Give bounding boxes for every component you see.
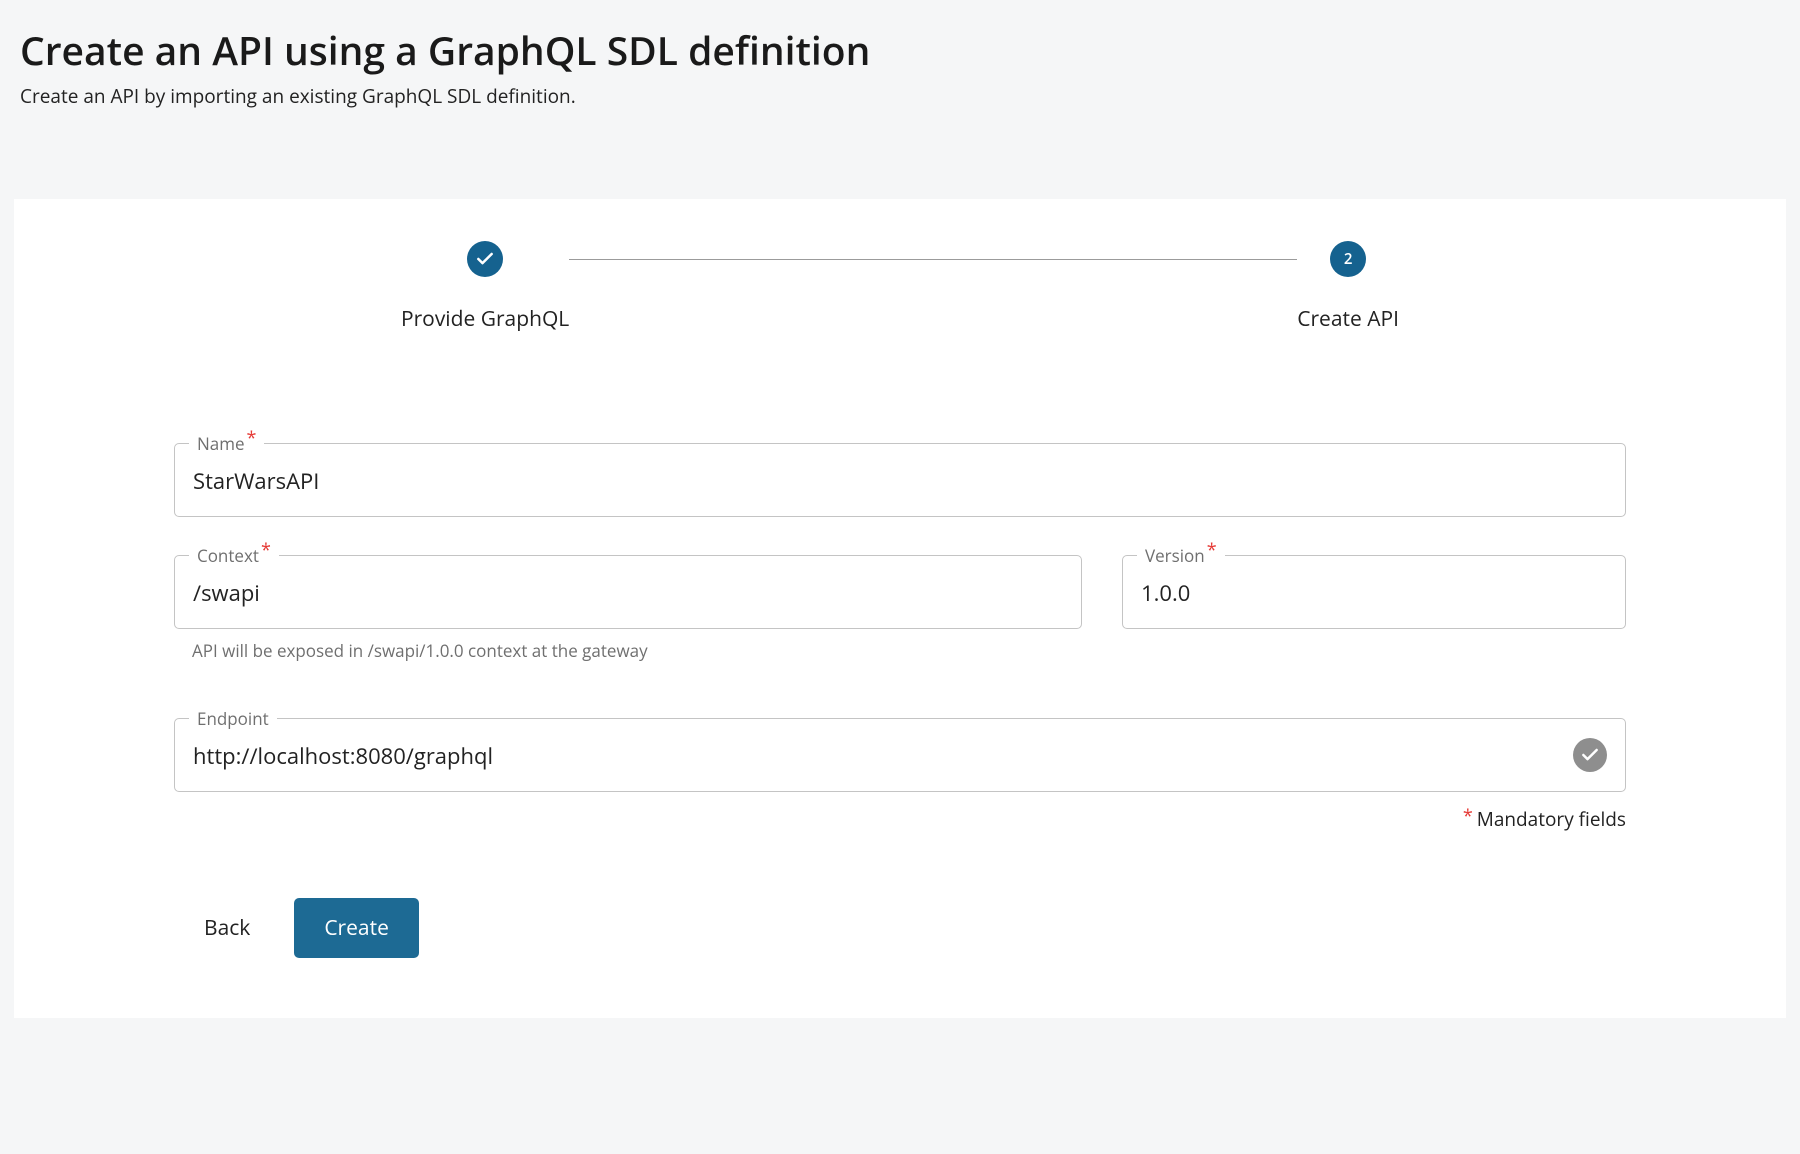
version-input[interactable] <box>1141 578 1607 608</box>
stepper: Provide GraphQL 2 Create API <box>14 241 1786 333</box>
required-star-icon: * <box>1207 541 1217 559</box>
page-header: Create an API using a GraphQL SDL defini… <box>0 0 1800 129</box>
name-field-wrapper: Name* <box>174 443 1626 517</box>
create-button[interactable]: Create <box>294 898 419 958</box>
step-label: Create API <box>1297 305 1399 333</box>
context-field-wrapper: Context* API will be exposed in /swapi/1… <box>174 555 1082 662</box>
form-area: Name* Context* API will be exposed in /s… <box>14 443 1786 832</box>
mandatory-note: *Mandatory fields <box>174 806 1626 832</box>
context-label: Context* <box>189 544 279 567</box>
back-button[interactable]: Back <box>204 914 250 942</box>
version-field-wrapper: Version* <box>1122 555 1626 662</box>
name-label: Name* <box>189 432 264 455</box>
step-connector <box>569 259 1297 260</box>
required-star-icon: * <box>1463 804 1473 828</box>
step-label: Provide GraphQL <box>401 305 569 333</box>
version-label: Version* <box>1137 544 1225 567</box>
name-input[interactable] <box>193 466 1607 496</box>
endpoint-field-wrapper: Endpoint <box>174 718 1626 792</box>
endpoint-label: Endpoint <box>189 707 277 730</box>
step-provide-graphql: Provide GraphQL <box>401 241 569 333</box>
step-completed-icon <box>467 241 503 277</box>
context-input[interactable] <box>193 578 1063 608</box>
required-star-icon: * <box>247 429 257 447</box>
page-subtitle: Create an API by importing an existing G… <box>20 83 1780 109</box>
endpoint-validate-button[interactable] <box>1573 738 1607 772</box>
step-number-badge: 2 <box>1330 241 1366 277</box>
page-title: Create an API using a GraphQL SDL defini… <box>20 24 1780 77</box>
context-helper-text: API will be exposed in /swapi/1.0.0 cont… <box>192 639 1082 662</box>
endpoint-input[interactable] <box>193 741 1607 771</box>
actions-row: Back Create <box>14 832 1786 958</box>
step-create-api: 2 Create API <box>1297 241 1399 333</box>
form-card: Provide GraphQL 2 Create API Name* <box>14 199 1786 1018</box>
required-star-icon: * <box>261 541 271 559</box>
